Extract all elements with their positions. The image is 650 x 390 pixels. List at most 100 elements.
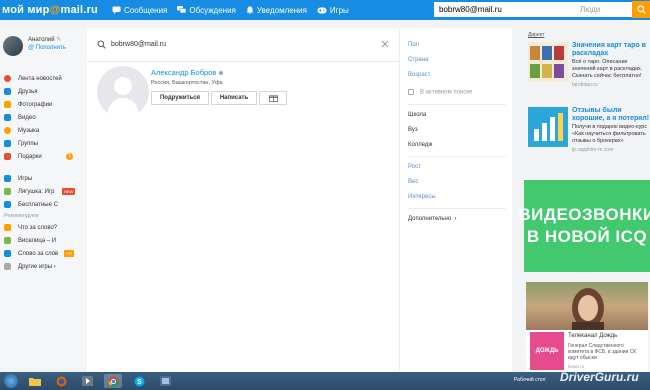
filter-weight[interactable]: Вес [408,179,418,185]
chevron-right-icon: › [53,263,56,270]
send-gift-button[interactable] [259,91,287,105]
start-button[interactable] [4,374,18,388]
sidebar-item-frog-game[interactable]: Лягушка: Игр NEW [4,185,84,198]
filter-gender[interactable]: Пол [408,42,419,48]
search-icon [97,40,106,49]
discussions-icon [177,6,187,14]
sidebar-item-photos[interactable]: Фотографии [4,98,84,111]
nav-notifications[interactable]: Уведомления [246,6,307,15]
tv-rain-ad[interactable]: ДОЖДЬ Телеканал Дождь Генерал Следственн… [526,282,648,373]
sidebar-menu: Лента новостей Друзья Фотографии Видео М… [4,72,84,273]
media-taskbar-icon[interactable] [78,374,96,388]
gifts-count-badge: 1 [66,153,73,160]
sidebar-item-games[interactable]: Игры [4,172,84,185]
header-search-input[interactable] [434,5,574,14]
filter-school[interactable]: Школа [408,112,426,118]
people-search-input[interactable]: bobrw80@mail.ru [111,41,166,48]
tarot-cards-image [528,42,568,82]
ads-column: Директ Значения карт таро в раскладах Вс… [518,28,650,373]
result-name-link[interactable]: Александр Бобров [151,68,216,77]
people-search-bar: bobrw80@mail.ru [87,28,399,62]
sidebar-item-hangman[interactable]: Виселица – И [4,234,84,247]
video-ad-site[interactable]: tvrain.ru [568,364,584,369]
ad-title[interactable]: Отзывы были хорошие, а я потерял! [572,107,650,123]
gamepad-icon [317,7,327,13]
sidebar-item-other-games[interactable]: Другие игры › [4,260,84,273]
sidebar-item-label: Друзья [18,88,38,95]
video-ad-title[interactable]: Телеканал Дождь [568,333,617,339]
filter-college[interactable]: Колледж [408,142,432,148]
sidebar-item-video[interactable]: Видео [4,111,84,124]
sidebar-item-label: Другие игры [18,263,53,270]
user-silhouette-icon [107,77,139,118]
games-icon [4,175,11,182]
explorer-taskbar-icon[interactable] [26,374,44,388]
sidebar-item-groups[interactable]: Группы [4,137,84,150]
sidebar-item-friends[interactable]: Друзья [4,85,84,98]
filter-country[interactable]: Страна [408,57,428,63]
header-search-button[interactable] [632,1,650,18]
sidebar-item-label: Видео [18,114,36,121]
filter-interests[interactable]: Интересы [408,194,436,200]
free-games-icon [4,201,11,208]
sidebar-item-label: Музыка [18,127,40,134]
media-player-icon [81,376,93,386]
nav-games[interactable]: Игры [317,6,349,15]
svg-text:S: S [137,379,142,386]
ad-site[interactable]: tarotman.ru [572,82,650,88]
result-location: Россия, Башкортостан, Уфа [151,80,223,86]
sidebar-item-label: Лента новостей [18,75,62,82]
user-avatar-placeholder[interactable] [97,66,149,118]
bell-icon [246,6,254,14]
sidebar-item-gifts[interactable]: Подарки 1 [4,150,84,163]
top-up-link[interactable]: Пополнить [36,45,66,51]
search-results-panel: bobrw80@mail.ru Александр Бобров Россия,… [87,28,512,373]
sidebar-item-free-games[interactable]: Бесплатные С [4,198,84,211]
chevron-right-icon: › [454,216,457,222]
filter-active-search[interactable]: В активном поиске [408,89,472,96]
logo[interactable]: мой мир@mail.ru [2,4,98,16]
filter-more[interactable]: Дополнительно › [408,216,457,222]
desktop-label[interactable]: Рабочий стол [514,377,545,383]
app-taskbar-icon[interactable] [156,374,174,388]
sidebar-item-what-word[interactable]: Что за слово? [4,221,84,234]
windows-taskbar: S Рабочий стол [0,372,650,390]
sidebar-item-label: Бесплатные С [18,201,58,208]
video-ad-description: Генерал Следственного комитета в ФСБ, в … [568,343,637,361]
icq-banner[interactable]: ВИДЕОЗВОНКИ В НОВОЙ ICQ [518,180,650,272]
search-result-card: Александр Бобров Россия, Башкортостан, У… [97,66,287,118]
video-thumbnail[interactable] [526,282,648,330]
filter-university[interactable]: Вуз [408,127,418,133]
write-message-button[interactable]: Написать [211,91,257,105]
active-search-checkbox[interactable] [408,89,414,95]
search-scope-select[interactable]: Люди [580,5,600,14]
ad-tarot[interactable]: Значения карт таро в раскладах Всё о тар… [528,42,650,88]
ad-brokers[interactable]: Отзывы были хорошие, а я потерял! Получи… [528,107,650,153]
sidebar-item-music[interactable]: Музыка [4,124,84,137]
ad-title[interactable]: Значения карт таро в раскладах [572,42,650,58]
firefox-icon [56,376,66,386]
skype-taskbar-icon[interactable]: S [130,374,148,388]
sidebar-item-label: Лягушка: Игр [18,188,55,195]
filter-height[interactable]: Рост [408,164,421,170]
logo-domain: mail.ru [60,4,98,16]
nav-messages[interactable]: Сообщения [112,6,167,15]
broker-chart-image [528,107,568,147]
chrome-taskbar-icon[interactable] [104,374,122,388]
firefox-taskbar-icon[interactable] [52,374,70,388]
close-icon[interactable] [381,40,389,48]
direct-label[interactable]: Директ [528,32,544,38]
avatar[interactable] [3,36,23,56]
pencil-icon[interactable]: ✎ [56,37,61,43]
watermark: DriverGuru.ru [560,370,639,384]
sidebar-item-news[interactable]: Лента новостей [4,72,84,85]
add-friend-button[interactable]: Подружиться [151,91,209,105]
woman-portrait-image [572,288,604,330]
ad-site[interactable]: lp.sapphire-m.com [572,147,650,153]
top-navigation-bar: мой мир@mail.ru Сообщения Обсуждения Уве… [0,0,650,20]
profile-name[interactable]: Анатолий [28,37,55,43]
filter-age[interactable]: Возраст [408,72,430,78]
header-search: Люди [434,2,632,17]
sidebar-item-word-by-word[interactable]: Слово за слов HIT [4,247,84,260]
nav-discussions[interactable]: Обсуждения [177,6,236,15]
